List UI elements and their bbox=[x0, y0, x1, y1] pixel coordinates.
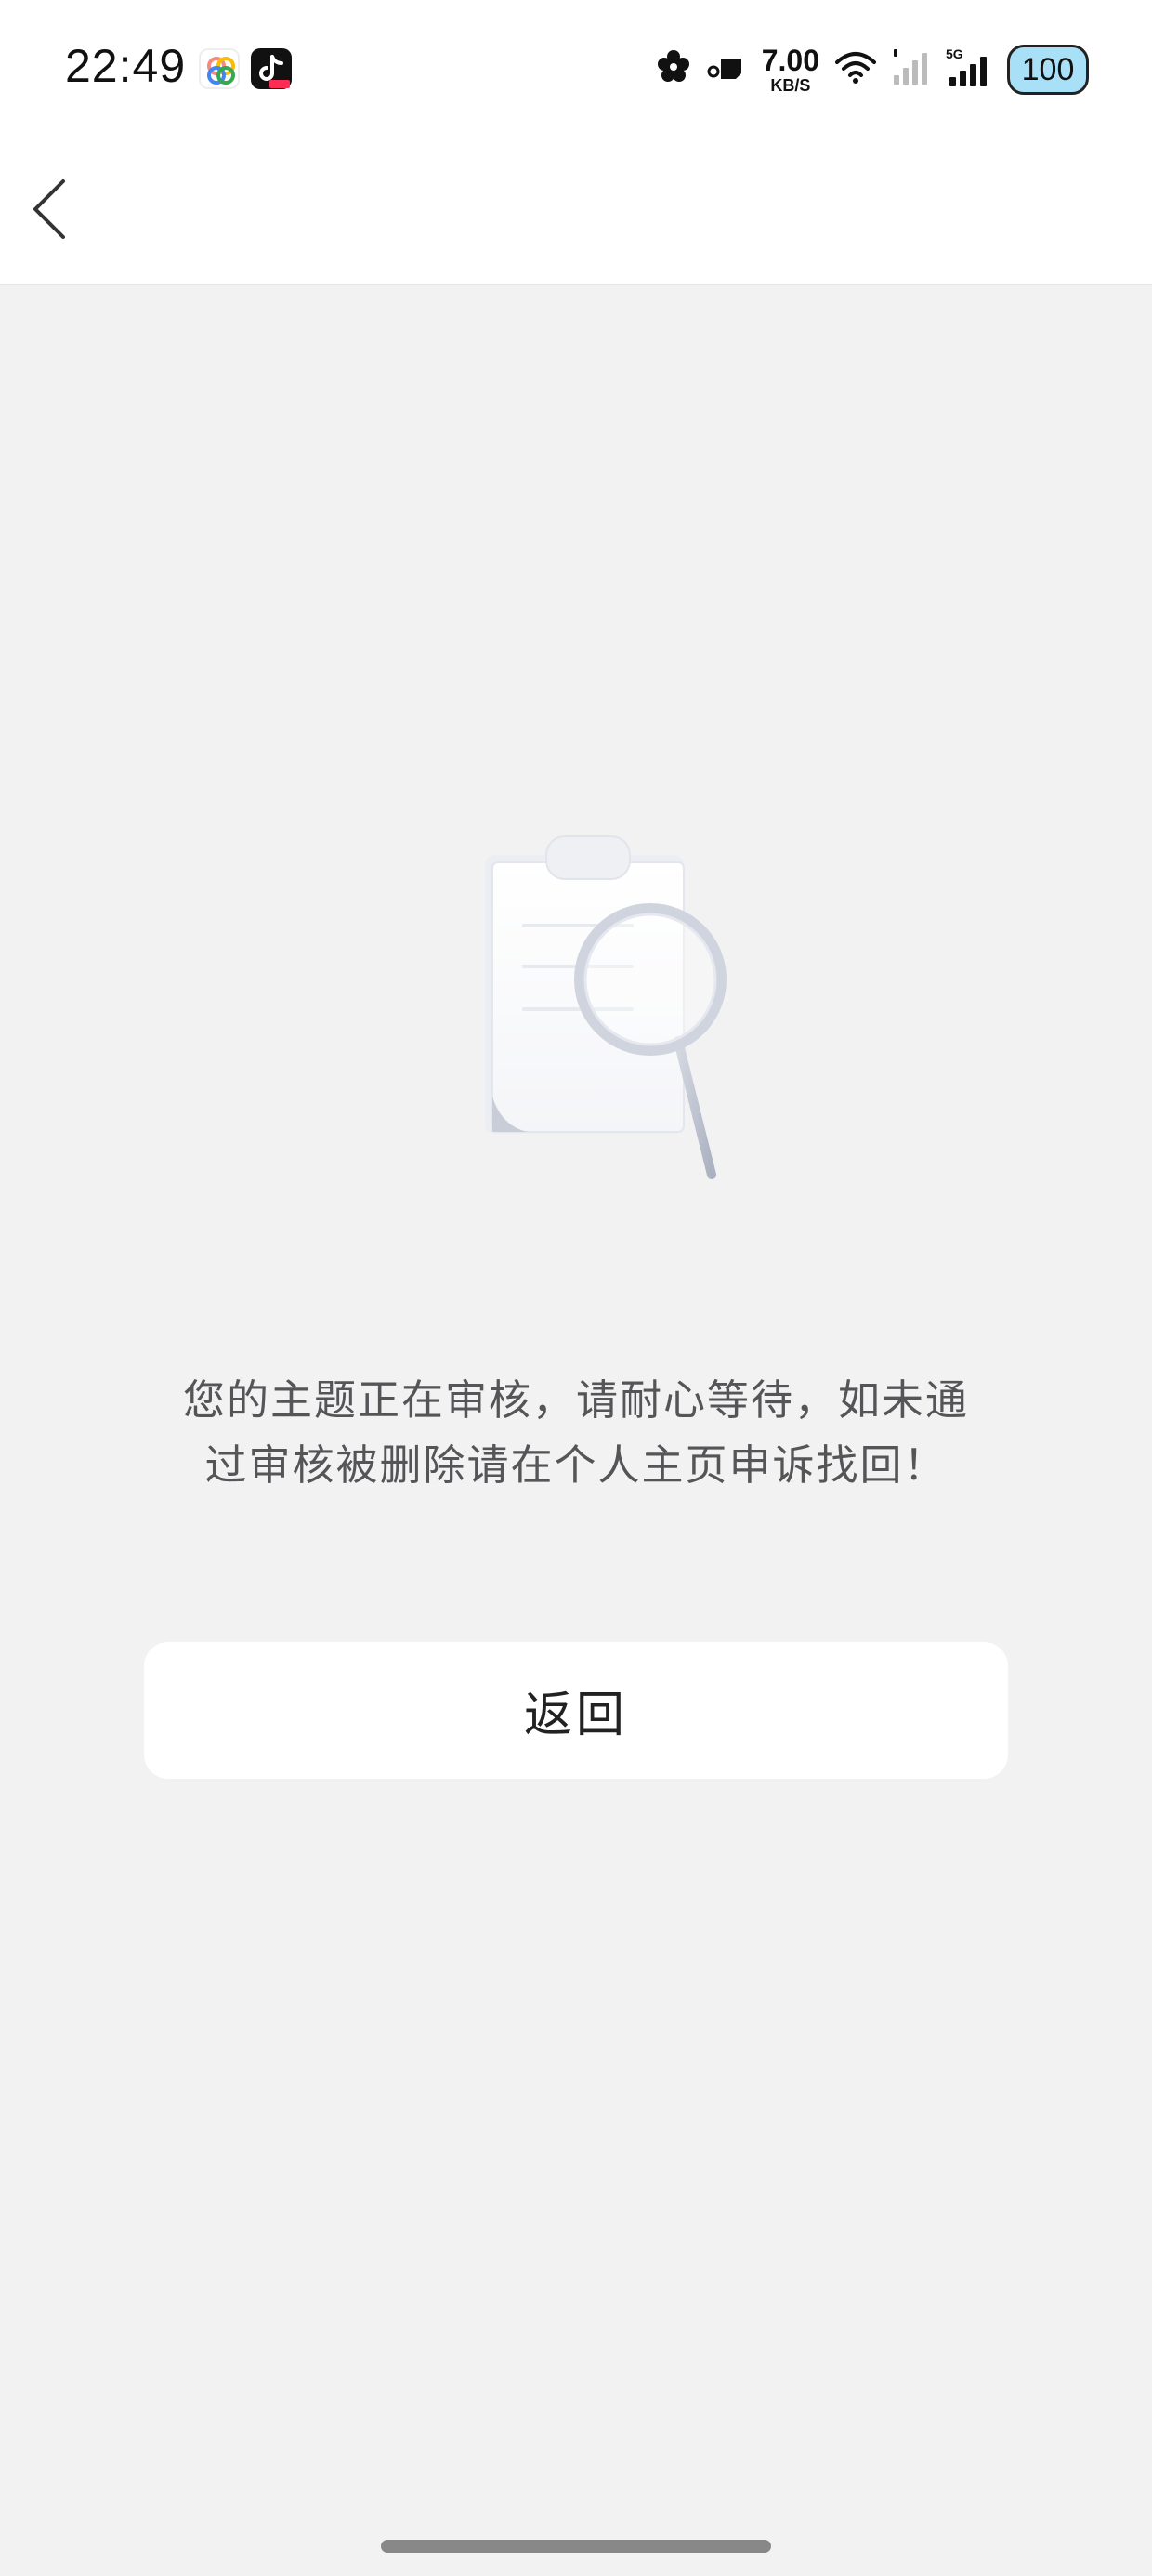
chevron-left-icon[interactable] bbox=[20, 172, 85, 246]
navigation-bar bbox=[0, 135, 1152, 285]
wifi-icon bbox=[834, 49, 877, 90]
network-speed: 7.00 KB/S bbox=[762, 46, 819, 94]
network-speed-value: 7.00 bbox=[761, 44, 819, 77]
flower-icon bbox=[656, 49, 691, 90]
signal-sim1-icon bbox=[892, 47, 929, 92]
status-bar: 22:49 7.00 KB/S 5G 100 bbox=[0, 0, 1152, 135]
document-search-illustration bbox=[465, 818, 743, 1189]
review-pending-message: 您的主题正在审核，请耐心等待，如未通过审核被删除请在个人主页申诉找回！ bbox=[182, 1375, 969, 1490]
tiktok-app-icon bbox=[251, 48, 292, 89]
network-type-label: 5G bbox=[946, 46, 963, 61]
status-time: 22:49 bbox=[65, 40, 187, 92]
photos-app-icon bbox=[199, 48, 240, 89]
home-indicator[interactable] bbox=[381, 2540, 771, 2553]
notification-icon bbox=[706, 49, 747, 90]
network-speed-unit: KB/S bbox=[770, 76, 811, 95]
return-button[interactable]: 返回 bbox=[144, 1642, 1008, 1779]
status-indicators: 7.00 KB/S 5G 100 bbox=[656, 37, 1089, 102]
battery-indicator: 100 bbox=[1007, 45, 1089, 95]
signal-5g-icon: 5G bbox=[944, 46, 992, 94]
battery-level: 100 bbox=[1021, 51, 1075, 87]
review-pending-screen: 22:49 7.00 KB/S 5G 100 您的主题正在审核，请耐心等待，如未… bbox=[0, 0, 1152, 2576]
